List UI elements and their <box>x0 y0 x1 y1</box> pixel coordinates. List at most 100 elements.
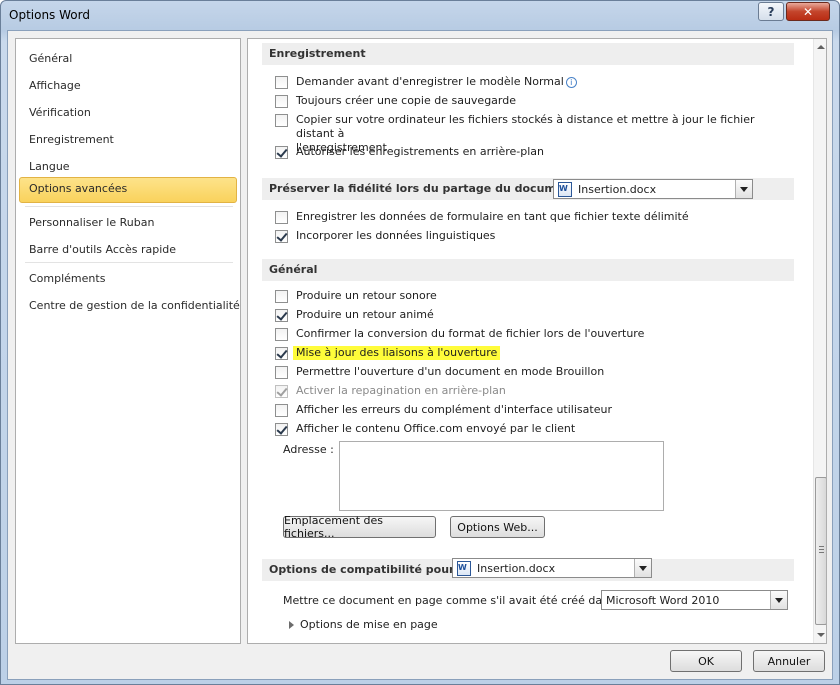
scroll-down-arrow-icon[interactable] <box>814 627 826 643</box>
sidebar-item-label: Barre d'outils Accès rapide <box>29 243 176 256</box>
option-label: Afficher le contenu Office.com envoyé pa… <box>296 422 576 435</box>
sidebar-item-add-ins[interactable]: Compléments <box>19 267 237 291</box>
checkbox[interactable] <box>275 290 288 303</box>
title-bar[interactable]: Options Word ? ✕ <box>1 1 839 31</box>
layout-options-label: Options de mise en page <box>300 618 438 631</box>
option-copy-remote-files[interactable]: Copier sur votre ordinateur les fichiers… <box>275 113 776 154</box>
option-update-links-on-open[interactable]: Mise à jour des liaisons à l'ouverture <box>275 346 501 364</box>
section-header-general: Général <box>262 259 794 281</box>
option-label: Incorporer les données linguistiques <box>296 229 496 242</box>
fidelity-document-select[interactable]: Insertion.docx <box>553 179 753 199</box>
option-label: Enregistrer les données de formulaire en… <box>296 210 689 223</box>
sidebar-item-label: Options avancées <box>29 182 128 195</box>
sidebar-item-advanced[interactable]: Options avancées <box>19 177 237 203</box>
button-label: OK <box>698 654 714 668</box>
sidebar-item-trust-center[interactable]: Centre de gestion de la confidentialité <box>19 294 240 318</box>
sidebar-item-label: Enregistrement <box>29 133 114 146</box>
compat-document-select[interactable]: Insertion.docx <box>452 558 652 578</box>
option-allow-draft-view[interactable]: Permettre l'ouverture d'un document en m… <box>275 365 604 383</box>
option-show-office-content[interactable]: Afficher le contenu Office.com envoyé pa… <box>275 422 575 440</box>
checkbox[interactable] <box>275 328 288 341</box>
sidebar-item-label: Général <box>29 52 73 65</box>
layout-as-label: Mettre ce document en page comme s'il av… <box>283 594 622 607</box>
expand-arrow-icon <box>289 620 294 629</box>
checkbox[interactable] <box>275 146 288 159</box>
sidebar-divider <box>25 206 233 207</box>
button-label: Options Web... <box>457 520 538 534</box>
grip-line <box>819 552 824 553</box>
option-feedback-sound[interactable]: Produire un retour sonore <box>275 289 437 307</box>
sidebar-item-proofing[interactable]: Vérification <box>19 101 237 125</box>
chevron-down-icon[interactable] <box>634 559 651 577</box>
sidebar-item-label: Langue <box>29 160 70 173</box>
web-options-button[interactable]: Options Web... <box>450 516 545 538</box>
compat-document-value: Insertion.docx <box>477 561 556 575</box>
sidebar-item-display[interactable]: Affichage <box>19 74 237 98</box>
sidebar-item-label: Vérification <box>29 106 91 119</box>
grip-line <box>819 549 824 550</box>
checkbox[interactable] <box>275 404 288 417</box>
option-background-repagination: Activer la repagination en arrière-plan <box>275 384 506 402</box>
section-header-save: Enregistrement <box>262 43 794 65</box>
sidebar-item-save[interactable]: Enregistrement <box>19 128 237 152</box>
file-locations-button[interactable]: Emplacement des fichiers... <box>283 514 436 540</box>
option-label: Autoriser les enregistrements en arrière… <box>296 145 545 158</box>
chevron-down-icon[interactable] <box>770 591 787 609</box>
button-label: Emplacement des fichiers... <box>284 514 384 540</box>
vertical-scrollbar[interactable] <box>813 39 826 643</box>
word-document-icon <box>558 181 572 197</box>
address-field[interactable] <box>339 441 664 511</box>
sidebar-item-label: Affichage <box>29 79 81 92</box>
checkbox[interactable] <box>275 95 288 108</box>
close-button[interactable]: ✕ <box>786 2 830 21</box>
sidebar-item-general[interactable]: Général <box>19 47 237 71</box>
layout-options-expander[interactable]: Options de mise en page <box>289 618 438 631</box>
option-label: Copier sur votre ordinateur les fichiers… <box>296 113 755 140</box>
scrollbar-thumb[interactable] <box>815 477 826 625</box>
advanced-options-panel: Enregistrement Demander avant d'enregist… <box>247 38 827 644</box>
window-title: Options Word <box>9 8 90 22</box>
option-label: Produire un retour sonore <box>296 289 437 302</box>
checkbox[interactable] <box>275 230 288 243</box>
sidebar-item-label: Personnaliser le Ruban <box>29 216 155 229</box>
option-show-addin-errors[interactable]: Afficher les erreurs du complément d'int… <box>275 403 612 421</box>
sidebar-item-language[interactable]: Langue <box>19 155 237 179</box>
checkbox[interactable] <box>275 76 288 89</box>
option-background-saves[interactable]: Autoriser les enregistrements en arrière… <box>275 145 544 163</box>
option-label: Demander avant d'enregistrer le modèle N… <box>296 75 564 88</box>
checkbox <box>275 385 288 398</box>
option-save-form-data[interactable]: Enregistrer les données de formulaire en… <box>275 210 689 228</box>
checkbox[interactable] <box>275 211 288 224</box>
scroll-up-arrow-icon[interactable] <box>814 39 826 55</box>
option-feedback-animation[interactable]: Produire un retour animé <box>275 308 434 326</box>
chevron-down-icon[interactable] <box>735 180 752 198</box>
checkbox[interactable] <box>275 309 288 322</box>
button-label: Annuler <box>767 654 811 668</box>
checkbox[interactable] <box>275 423 288 436</box>
option-label: Activer la repagination en arrière-plan <box>296 384 506 397</box>
sidebar-item-label: Compléments <box>29 272 106 285</box>
sidebar-item-quick-access-toolbar[interactable]: Barre d'outils Accès rapide <box>19 238 237 262</box>
help-button[interactable]: ? <box>758 2 784 21</box>
layout-as-value: Microsoft Word 2010 <box>606 593 720 607</box>
option-label: Mise à jour des liaisons à l'ouverture <box>293 346 501 360</box>
address-label: Adresse : <box>283 443 334 456</box>
sidebar-item-customize-ribbon[interactable]: Personnaliser le Ruban <box>19 211 237 235</box>
option-confirm-format-conversion[interactable]: Confirmer la conversion du format de fic… <box>275 327 644 345</box>
option-label: Toujours créer une copie de sauvegarde <box>296 94 516 107</box>
info-icon: i <box>565 77 577 88</box>
option-prompt-save-normal[interactable]: Demander avant d'enregistrer le modèle N… <box>275 75 577 93</box>
option-always-backup[interactable]: Toujours créer une copie de sauvegarde <box>275 94 516 112</box>
option-label: Confirmer la conversion du format de fic… <box>296 327 645 340</box>
sidebar-item-label: Centre de gestion de la confidentialité <box>29 299 240 312</box>
option-embed-linguistic-data[interactable]: Incorporer les données linguistiques <box>275 229 495 247</box>
options-sidebar: Général Affichage Vérification Enregistr… <box>15 38 241 644</box>
ok-button[interactable]: OK <box>670 650 742 672</box>
cancel-button[interactable]: Annuler <box>753 650 825 672</box>
checkbox[interactable] <box>275 366 288 379</box>
checkbox[interactable] <box>275 114 288 127</box>
option-label: Produire un retour animé <box>296 308 434 321</box>
sidebar-divider <box>25 262 233 263</box>
checkbox[interactable] <box>275 347 288 360</box>
layout-as-select[interactable]: Microsoft Word 2010 <box>601 590 788 610</box>
